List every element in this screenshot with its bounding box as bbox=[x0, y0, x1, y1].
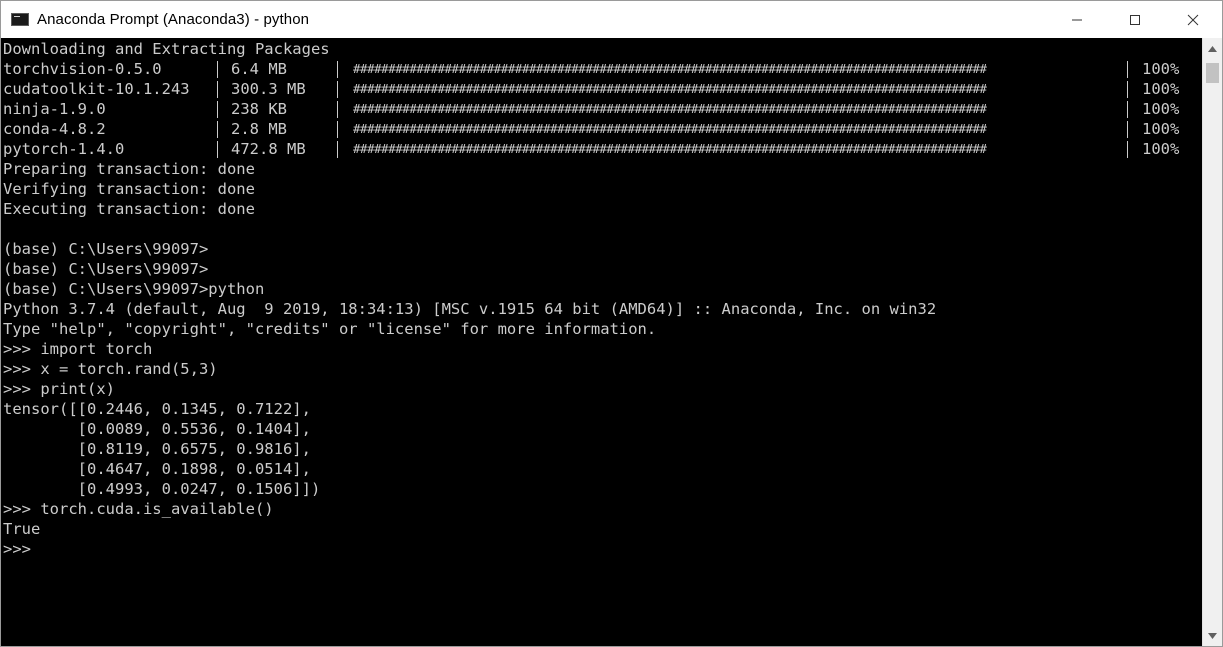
package-size: 6.4 MB bbox=[231, 60, 287, 78]
minimize-icon bbox=[1071, 14, 1083, 26]
package-percent: 100% bbox=[1142, 60, 1180, 78]
package-row: ninja-1.9.0 238 KB #######################… bbox=[1, 99, 1202, 119]
scroll-down-arrow-icon[interactable] bbox=[1203, 627, 1222, 644]
console-line: >>> print(x) bbox=[3, 380, 115, 398]
column-separator bbox=[337, 81, 338, 98]
package-size: 300.3 MB bbox=[231, 80, 306, 98]
package-name: ninja-1.9.0 bbox=[3, 100, 106, 118]
column-separator bbox=[217, 81, 218, 98]
package-percent: 100% bbox=[1142, 140, 1180, 158]
column-separator bbox=[217, 101, 218, 118]
title-bar[interactable]: Anaconda Prompt (Anaconda3) - python bbox=[1, 1, 1222, 38]
minimize-button[interactable] bbox=[1048, 1, 1106, 38]
console-line: Preparing transaction: done bbox=[3, 160, 255, 178]
vertical-scrollbar[interactable] bbox=[1202, 38, 1222, 646]
package-row: torchvision-0.5.0 6.4 MB #################… bbox=[1, 59, 1202, 79]
console-line: [0.8119, 0.6575, 0.9816], bbox=[3, 440, 311, 458]
console-line: [0.4993, 0.0247, 0.1506]]) bbox=[3, 480, 321, 498]
package-row: cudatoolkit-10.1.243 300.3 MB ############… bbox=[1, 79, 1202, 99]
close-icon bbox=[1187, 14, 1199, 26]
package-percent: 100% bbox=[1142, 120, 1180, 138]
window-controls bbox=[1048, 1, 1222, 38]
console-output[interactable]: Downloading and Extracting Packages torc… bbox=[1, 38, 1202, 646]
progress-bar-fill: ########################################… bbox=[353, 121, 987, 136]
package-size: 238 KB bbox=[231, 100, 287, 118]
console-icon bbox=[11, 13, 29, 26]
progress-bar-fill: ########################################… bbox=[353, 81, 987, 96]
column-separator bbox=[217, 61, 218, 78]
console-line: Executing transaction: done bbox=[3, 200, 255, 218]
package-percent: 100% bbox=[1142, 100, 1180, 118]
package-size: 2.8 MB bbox=[231, 120, 287, 138]
column-separator bbox=[337, 141, 338, 158]
console-line: Verifying transaction: done bbox=[3, 180, 255, 198]
column-separator bbox=[337, 101, 338, 118]
column-separator bbox=[1127, 121, 1128, 138]
column-separator bbox=[1127, 61, 1128, 78]
console-line: (base) C:\Users\99097>python bbox=[3, 280, 265, 298]
column-separator bbox=[1127, 81, 1128, 98]
console-line: tensor([[0.2446, 0.1345, 0.7122], bbox=[3, 400, 311, 418]
console-line: >>> bbox=[3, 540, 31, 558]
console-line: >>> import torch bbox=[3, 340, 153, 358]
maximize-icon bbox=[1129, 14, 1141, 26]
console-line-header: Downloading and Extracting Packages bbox=[3, 40, 330, 58]
column-separator bbox=[337, 121, 338, 138]
progress-bar-fill: ########################################… bbox=[353, 141, 987, 156]
console-line: Type "help", "copyright", "credits" or "… bbox=[3, 320, 657, 338]
progress-bar-fill: ########################################… bbox=[353, 61, 987, 76]
package-row: pytorch-1.4.0 472.8 MB ###################… bbox=[1, 139, 1202, 159]
progress-bar: ########################################… bbox=[353, 139, 1111, 159]
scrollbar-thumb[interactable] bbox=[1206, 63, 1219, 83]
column-separator bbox=[217, 141, 218, 158]
console-window: Anaconda Prompt (Anaconda3) - python Dow… bbox=[0, 0, 1223, 647]
console-line: Python 3.7.4 (default, Aug 9 2019, 18:34… bbox=[3, 300, 937, 318]
column-separator bbox=[337, 61, 338, 78]
progress-bar: ########################################… bbox=[353, 59, 1111, 79]
window-title: Anaconda Prompt (Anaconda3) - python bbox=[37, 11, 310, 28]
column-separator bbox=[217, 121, 218, 138]
progress-bar: ########################################… bbox=[353, 79, 1111, 99]
package-size: 472.8 MB bbox=[231, 140, 306, 158]
console-line: True bbox=[3, 520, 41, 538]
console-line: [0.4647, 0.1898, 0.0514], bbox=[3, 460, 311, 478]
console-line: (base) C:\Users\99097> bbox=[3, 240, 209, 258]
console-line: [0.0089, 0.5536, 0.1404], bbox=[3, 420, 311, 438]
progress-bar: ########################################… bbox=[353, 119, 1111, 139]
column-separator bbox=[1127, 141, 1128, 158]
console-line: (base) C:\Users\99097> bbox=[3, 260, 209, 278]
package-name: torchvision-0.5.0 bbox=[3, 60, 162, 78]
package-name: conda-4.8.2 bbox=[3, 120, 106, 138]
progress-bar: ########################################… bbox=[353, 99, 1111, 119]
column-separator bbox=[1127, 101, 1128, 118]
progress-bar-fill: ########################################… bbox=[353, 101, 987, 116]
scroll-up-arrow-icon[interactable] bbox=[1203, 40, 1222, 57]
close-button[interactable] bbox=[1164, 1, 1222, 38]
package-row: conda-4.8.2 2.8 MB #######################… bbox=[1, 119, 1202, 139]
package-name: pytorch-1.4.0 bbox=[3, 140, 125, 158]
package-percent: 100% bbox=[1142, 80, 1180, 98]
package-name: cudatoolkit-10.1.243 bbox=[3, 80, 190, 98]
maximize-button[interactable] bbox=[1106, 1, 1164, 38]
console-line: >>> x = torch.rand(5,3) bbox=[3, 360, 218, 378]
console-line: >>> torch.cuda.is_available() bbox=[3, 500, 274, 518]
